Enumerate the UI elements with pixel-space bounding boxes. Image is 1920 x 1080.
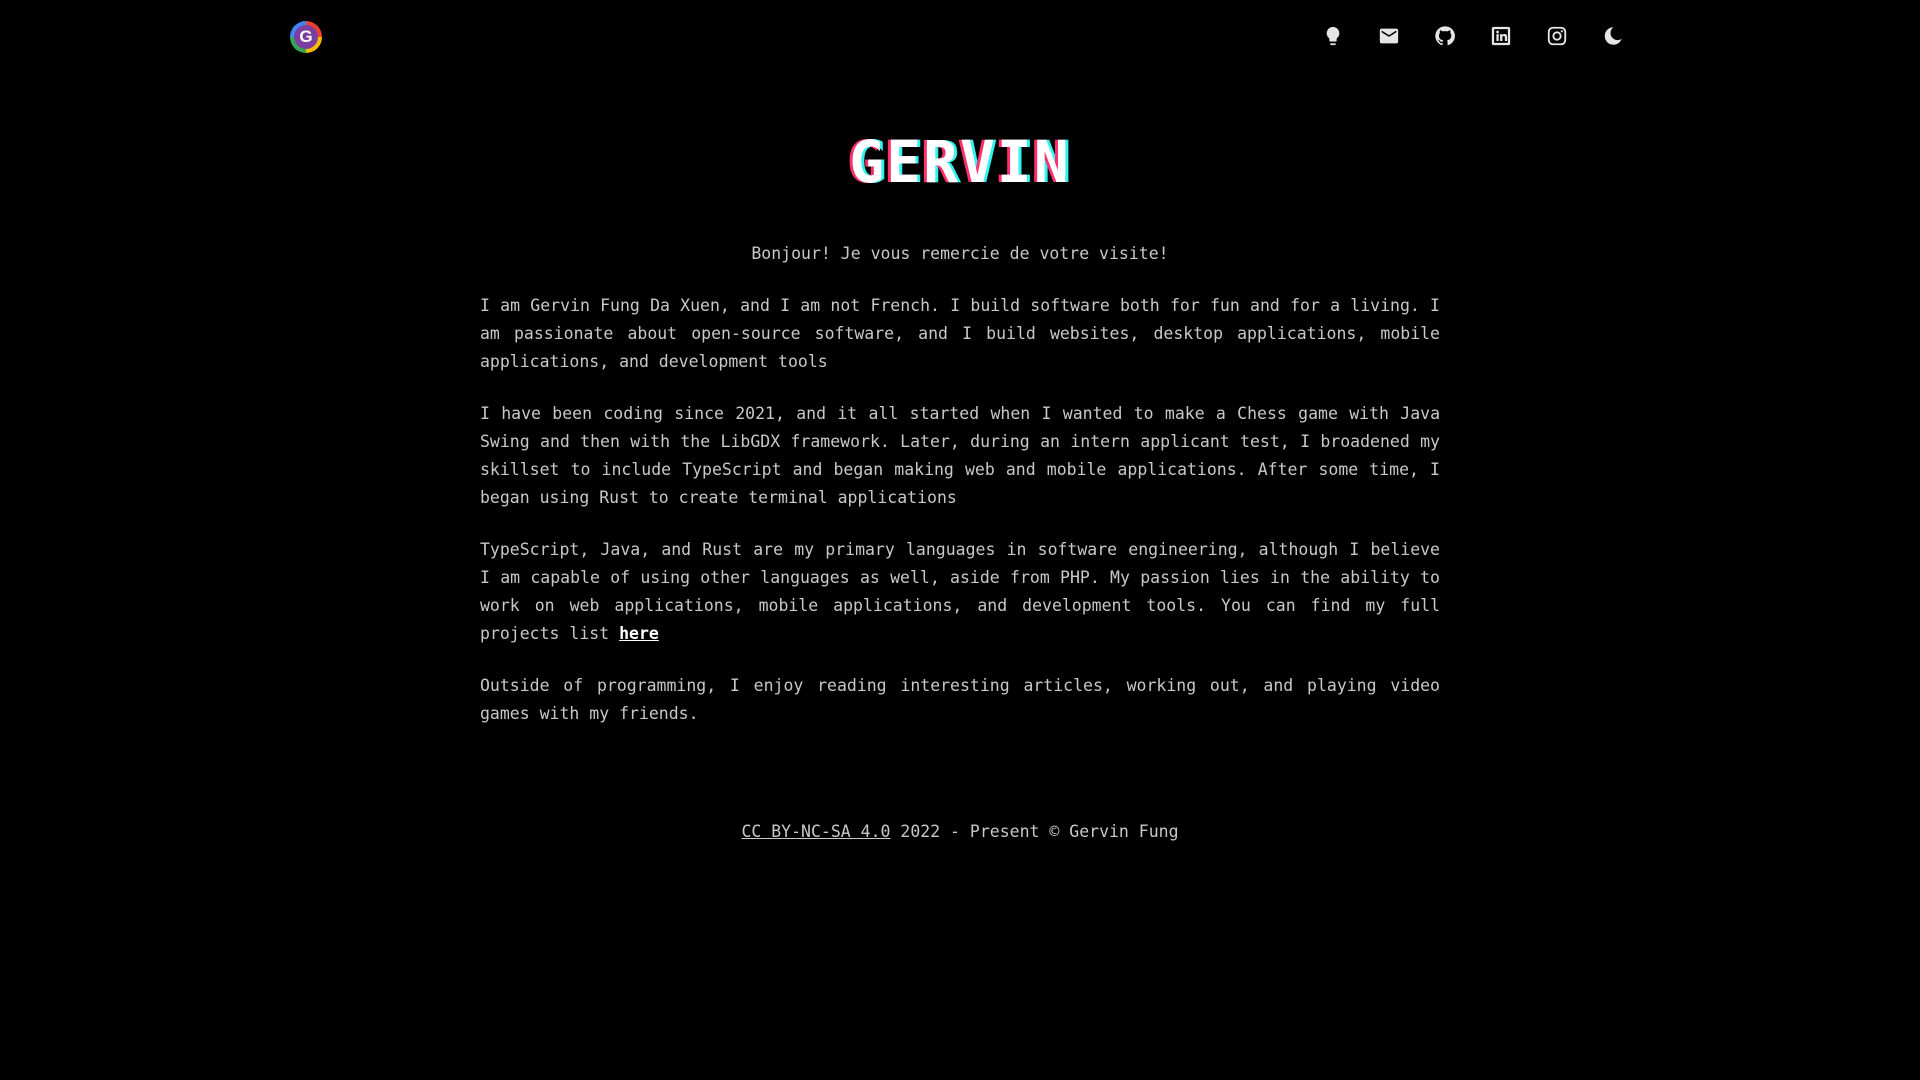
home-logo[interactable]: G [290, 21, 322, 53]
copyright-text: 2022 - Present © Gervin Fung [890, 822, 1179, 841]
mail-icon[interactable] [1374, 21, 1404, 51]
footer: CC BY-NC-SA 4.0 2022 - Present © Gervin … [0, 822, 1920, 841]
nav-icon-bar [1318, 21, 1628, 51]
intro-paragraph-3: TypeScript, Java, and Rust are my primar… [480, 536, 1440, 648]
moon-icon[interactable] [1598, 21, 1628, 51]
page-title: GERVIN [849, 128, 1071, 196]
intro-paragraph-1: I am Gervin Fung Da Xuen, and I am not F… [480, 296, 1440, 371]
logo-letter: G [294, 25, 318, 49]
instagram-icon[interactable] [1542, 21, 1572, 51]
intro-paragraph-4: Outside of programming, I enjoy reading … [480, 676, 1440, 723]
linkedin-icon[interactable] [1486, 21, 1516, 51]
intro-content: Bonjour! Je vous remercie de votre visit… [480, 240, 1440, 752]
license-link[interactable]: CC BY-NC-SA 4.0 [741, 822, 890, 841]
projects-list-link[interactable]: here [619, 624, 659, 643]
github-icon[interactable] [1430, 21, 1460, 51]
greeting-text: Bonjour! Je vous remercie de votre visit… [751, 244, 1169, 263]
top-navbar: G [0, 0, 1920, 72]
lightbulb-icon[interactable] [1318, 21, 1348, 51]
intro-paragraph-2: I have been coding since 2021, and it al… [480, 404, 1440, 507]
